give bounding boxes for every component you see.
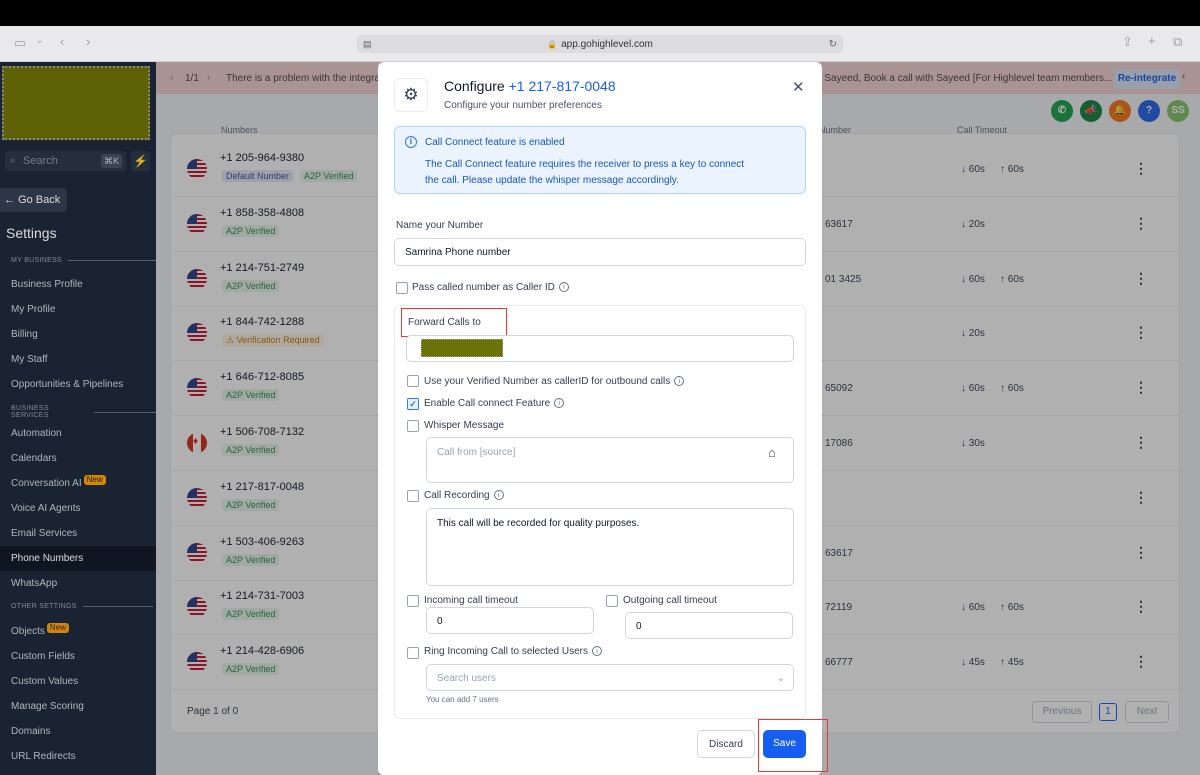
share-icon[interactable]: ⇪ (1122, 34, 1133, 50)
pass-caller-id-checkbox[interactable] (396, 282, 408, 294)
sidebar-backdrop (0, 62, 156, 775)
url-text: app.gohighlevel.com (561, 38, 653, 50)
page-icon: ▤ (363, 38, 372, 49)
enable-call-connect-checkbox[interactable]: ✓ (407, 398, 419, 410)
outgoing-timeout-label: Outgoing call timeout (623, 595, 717, 606)
tabs-icon[interactable]: ⧉ (1173, 34, 1182, 50)
use-verified-label: Use your Verified Number as callerID for… (424, 376, 685, 387)
outgoing-timeout-checkbox[interactable] (606, 595, 618, 607)
modal-subtitle: Configure your number preferences (444, 100, 602, 111)
modal-title: Configure +1 217-817-0048 (444, 78, 616, 94)
search-users-placeholder: Search users (437, 673, 496, 684)
top-bar (0, 0, 1200, 26)
recording-message-textarea[interactable]: This call will be recorded for quality p… (426, 508, 794, 586)
call-recording-text: Call Recording (424, 490, 490, 501)
call-recording-checkbox[interactable] (407, 490, 419, 502)
address-bar[interactable]: ▤ 🔒 app.gohighlevel.com ↻ (357, 35, 843, 53)
info-circle-icon: i (674, 376, 685, 386)
outgoing-timeout-input[interactable]: 0 (625, 612, 793, 639)
pass-caller-id-text: Pass called number as Caller ID (412, 282, 555, 293)
info-title: Call Connect feature is enabled (425, 137, 565, 148)
info-icon: i (405, 136, 417, 148)
search-users-select[interactable]: Search users ⌄ (426, 664, 794, 691)
forward-calls-label: Forward Calls to (408, 317, 481, 328)
gear-icon: ⚙ (394, 78, 428, 112)
forward-icon[interactable]: › (86, 34, 90, 49)
enable-call-connect-label: Enable Call connect Feature i (424, 398, 565, 409)
info-circle-icon: i (591, 646, 602, 656)
info-circle-icon: i (558, 282, 569, 292)
configure-number-modal: ⚙ Configure +1 217-817-0048 Configure yo… (378, 62, 828, 775)
call-recording-label: Call Recording i (424, 490, 504, 501)
pass-caller-id-label: Pass called number as Caller ID i (412, 282, 569, 293)
users-hint: You can add 7 users (426, 695, 499, 704)
browser-toolbar: ▭ ⌄ ‹ › ▤ 🔒 app.gohighlevel.com ↻ ⇪ + ⧉ (0, 26, 1200, 62)
ring-users-checkbox[interactable] (407, 647, 419, 659)
reload-icon[interactable]: ↻ (829, 39, 837, 50)
highlight-box (758, 719, 828, 772)
whisper-label: Whisper Message (424, 420, 505, 431)
tag-icon[interactable]: ⌂ (768, 445, 776, 460)
name-label: Name your Number (396, 220, 484, 231)
sidebar-toggle-icon[interactable]: ▭ (14, 35, 26, 51)
incoming-timeout-input[interactable]: 0 (426, 607, 594, 634)
new-tab-icon[interactable]: + (1148, 33, 1156, 48)
incoming-timeout-checkbox[interactable] (407, 595, 419, 607)
modal-title-text: Configure (444, 78, 505, 94)
enable-call-connect-text: Enable Call connect Feature (424, 398, 551, 409)
close-icon[interactable]: ✕ (792, 78, 805, 96)
discard-button[interactable]: Discard (697, 730, 755, 758)
info-circle-icon: i (493, 490, 504, 500)
redacted-value (421, 339, 503, 357)
incoming-timeout-label: Incoming call timeout (424, 595, 518, 606)
call-connect-info-alert: i Call Connect feature is enabled The Ca… (394, 126, 806, 194)
modal-title-number: +1 217-817-0048 (508, 78, 616, 94)
ring-users-label: Ring Incoming Call to selected Users i (424, 646, 602, 657)
whisper-textarea[interactable]: Call from [source] (426, 437, 794, 483)
info-circle-icon: i (554, 398, 565, 408)
info-text: The Call Connect feature requires the re… (425, 159, 745, 186)
forward-number-input[interactable] (406, 335, 794, 362)
chevron-down-icon[interactable]: ⌄ (36, 35, 44, 46)
lock-icon: 🔒 (547, 39, 558, 49)
back-icon[interactable]: ‹ (60, 34, 64, 49)
use-verified-checkbox[interactable] (407, 375, 419, 387)
use-verified-text: Use your Verified Number as callerID for… (424, 376, 671, 387)
chevron-down-icon: ⌄ (776, 673, 785, 684)
ring-users-text: Ring Incoming Call to selected Users (424, 646, 588, 657)
whisper-checkbox[interactable] (407, 420, 419, 432)
name-input[interactable]: Samrina Phone number (394, 238, 806, 266)
